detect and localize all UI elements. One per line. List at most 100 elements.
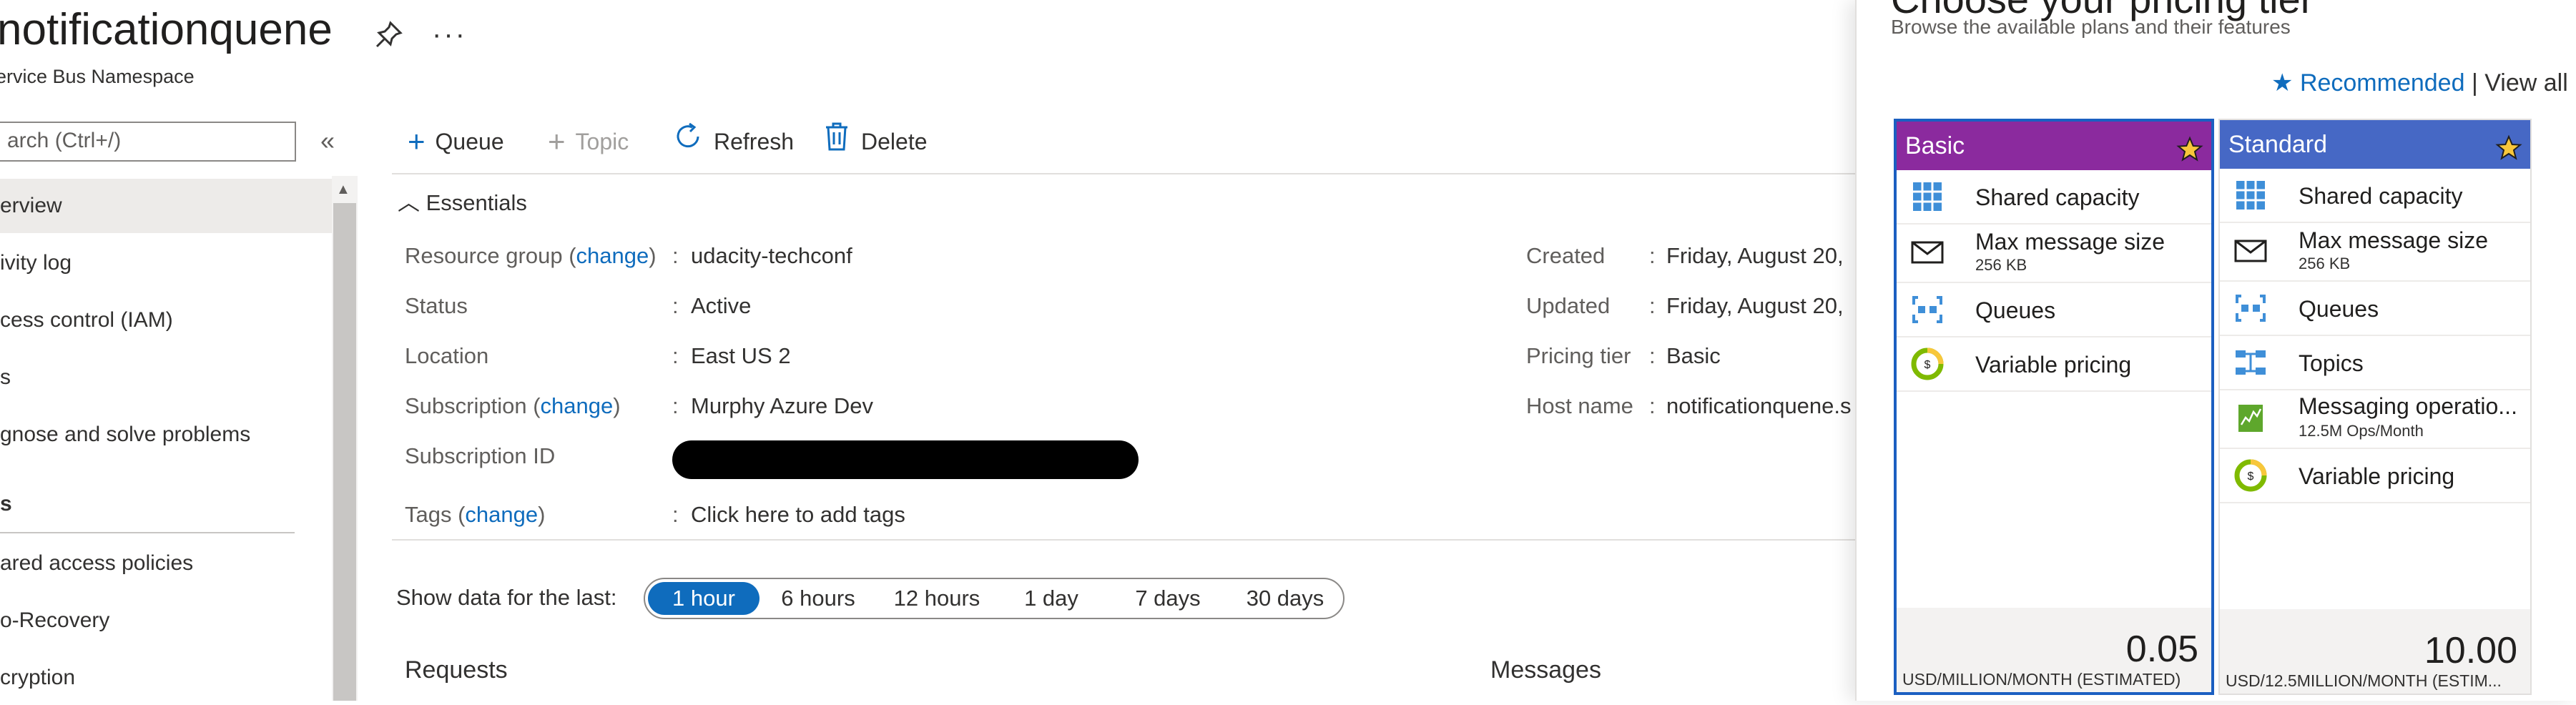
feature-label: Max message size — [1975, 229, 2165, 255]
pricing-icon: $ — [2234, 459, 2267, 492]
time-option-6-hours[interactable]: 6 hours — [767, 582, 870, 615]
feature-label: Variable pricing — [2299, 463, 2455, 489]
add-topic-button[interactable]: + Topic — [548, 123, 629, 160]
grid-icon — [1911, 180, 1944, 213]
resource-group-label: Resource group (change) — [405, 243, 657, 268]
sidebar-divider — [0, 532, 295, 533]
sidebar-scroll-thumb[interactable] — [333, 203, 356, 701]
refresh-button[interactable]: Refresh — [672, 121, 794, 163]
envelope-icon — [1911, 236, 1944, 269]
sidebar-item-overview[interactable]: erview — [0, 179, 332, 233]
tier-card-header: Standard — [2220, 120, 2530, 169]
feature-row: Topics — [2220, 336, 2530, 390]
host-name-value: notificationquene.s — [1666, 393, 1852, 418]
colon: : — [1649, 243, 1656, 268]
time-option-7-days[interactable]: 7 days — [1120, 582, 1216, 615]
change-subscription-link[interactable]: change — [541, 393, 614, 418]
sidebar-item-tags[interactable]: s — [0, 350, 332, 405]
change-resource-group-link[interactable]: change — [576, 243, 649, 268]
sidebar-section-settings: s — [0, 492, 12, 516]
resource-group-link[interactable]: udacity-techconf — [691, 243, 852, 269]
feature-row: Max message size 256 KB — [1897, 225, 2211, 283]
tier-card-standard[interactable]: Standard Shared capacity Max message siz… — [2218, 119, 2532, 695]
subscription-link[interactable]: Murphy Azure Dev — [691, 393, 873, 419]
recommended-filter[interactable]: ★ Recommended | View all — [2271, 69, 2568, 97]
location-label: Location — [405, 343, 489, 368]
status-value: Active — [691, 293, 752, 318]
sidebar-item-label: erview — [0, 194, 62, 217]
tier-price: 0.05 — [2125, 628, 2198, 670]
tier-price: 10.00 — [2424, 630, 2517, 671]
feature-sublabel: 256 KB — [1975, 256, 2027, 274]
search-input[interactable]: arch (Ctrl+/) — [0, 122, 296, 162]
add-queue-button[interactable]: + Queue — [408, 123, 504, 160]
feature-label: Shared capacity — [2299, 183, 2463, 209]
refresh-icon — [672, 121, 704, 163]
tier-price-unit: USD/MILLION/MONTH (ESTIMATED) — [1902, 670, 2181, 689]
feature-sublabel: 256 KB — [2299, 255, 2351, 272]
favorite-star-icon[interactable] — [2176, 132, 2204, 162]
sidebar-item-access-control[interactable]: cess control (IAM) — [0, 293, 332, 347]
essentials-toggle[interactable]: ︿ Essentials — [398, 184, 527, 217]
redacted-subscription-id — [672, 440, 1139, 479]
feature-label: Messaging operatio... — [2299, 393, 2517, 419]
chevron-up-icon: ︿ — [398, 190, 420, 215]
feature-row: Max message size 256 KB — [2220, 223, 2530, 282]
updated-value: Friday, August 20, — [1666, 293, 1844, 318]
colon: : — [672, 393, 679, 418]
location-value: East US 2 — [691, 343, 791, 368]
feature-sublabel: 12.5M Ops/Month — [2299, 422, 2424, 440]
topics-icon — [2234, 346, 2267, 379]
time-option-1-day[interactable]: 1 day — [1007, 582, 1096, 615]
subscription-label-text: Subscription — [405, 393, 527, 418]
add-tags-link[interactable]: Click here to add tags — [691, 502, 905, 528]
created-value: Friday, August 20, — [1666, 243, 1844, 268]
sidebar-item-activity-log[interactable]: ivity log — [0, 236, 332, 290]
more-options-icon[interactable]: ··· — [432, 19, 467, 51]
plus-icon: + — [408, 124, 426, 158]
feature-row: Queues — [2220, 282, 2530, 336]
time-option-12-hours[interactable]: 12 hours — [881, 582, 993, 615]
queue-icon — [1911, 293, 1944, 326]
sidebar-item-label: ivity log — [0, 251, 72, 275]
sidebar-item-shared-access-policies[interactable]: ared access policies — [0, 536, 332, 591]
feature-row: $ Variable pricing — [2220, 449, 2530, 503]
feature-row: Shared capacity — [1897, 170, 2211, 225]
envelope-icon — [2234, 235, 2267, 267]
view-all-link[interactable]: | View all — [2472, 69, 2568, 97]
tier-card-footer: 10.00 USD/12.5MILLION/MONTH (ESTIM... — [2220, 609, 2530, 694]
pin-icon[interactable] — [375, 20, 403, 49]
delete-button[interactable]: Delete — [822, 122, 928, 160]
queue-icon — [2234, 292, 2267, 325]
sidebar-item-label: o-Recovery — [0, 608, 110, 632]
tier-card-header: Basic — [1897, 122, 2211, 170]
star-icon: ★ — [2271, 69, 2294, 97]
requests-chart-title: Requests — [405, 656, 508, 684]
time-option-1-hour[interactable]: 1 hour — [648, 582, 759, 615]
change-tags-link[interactable]: change — [465, 502, 538, 527]
colon: : — [672, 502, 679, 527]
sidebar-item-geo-recovery[interactable]: o-Recovery — [0, 593, 332, 648]
scroll-up-arrow-icon[interactable]: ▲ — [336, 182, 350, 198]
grid-icon — [2234, 179, 2267, 212]
resource-group-label-text: Resource group — [405, 243, 563, 268]
tier-card-basic[interactable]: Basic Shared capacity Max message size 2… — [1894, 119, 2214, 695]
recommended-link[interactable]: Recommended — [2300, 69, 2465, 97]
favorite-star-icon[interactable] — [2494, 130, 2523, 160]
updated-label: Updated — [1526, 293, 1611, 318]
chart-icon — [2234, 402, 2267, 435]
sidebar-item-diagnose[interactable]: gnose and solve problems — [0, 408, 332, 462]
sidebar-item-encryption[interactable]: cryption — [0, 651, 332, 705]
collapse-sidebar-icon[interactable]: « — [320, 126, 335, 156]
pricing-icon: $ — [1911, 347, 1944, 380]
tier-name: Basic — [1905, 132, 1965, 159]
tier-card-footer: 0.05 USD/MILLION/MONTH (ESTIMATED) — [1897, 608, 2211, 692]
colon: : — [1649, 343, 1656, 368]
colon: : — [1649, 293, 1656, 318]
time-option-30-days[interactable]: 30 days — [1232, 582, 1339, 615]
feature-label: Variable pricing — [1975, 352, 2132, 378]
tier-name: Standard — [2228, 131, 2327, 158]
feature-label: Queues — [1975, 297, 2056, 323]
colon: : — [672, 293, 679, 318]
pricing-tier-link[interactable]: Basic — [1666, 343, 1721, 369]
